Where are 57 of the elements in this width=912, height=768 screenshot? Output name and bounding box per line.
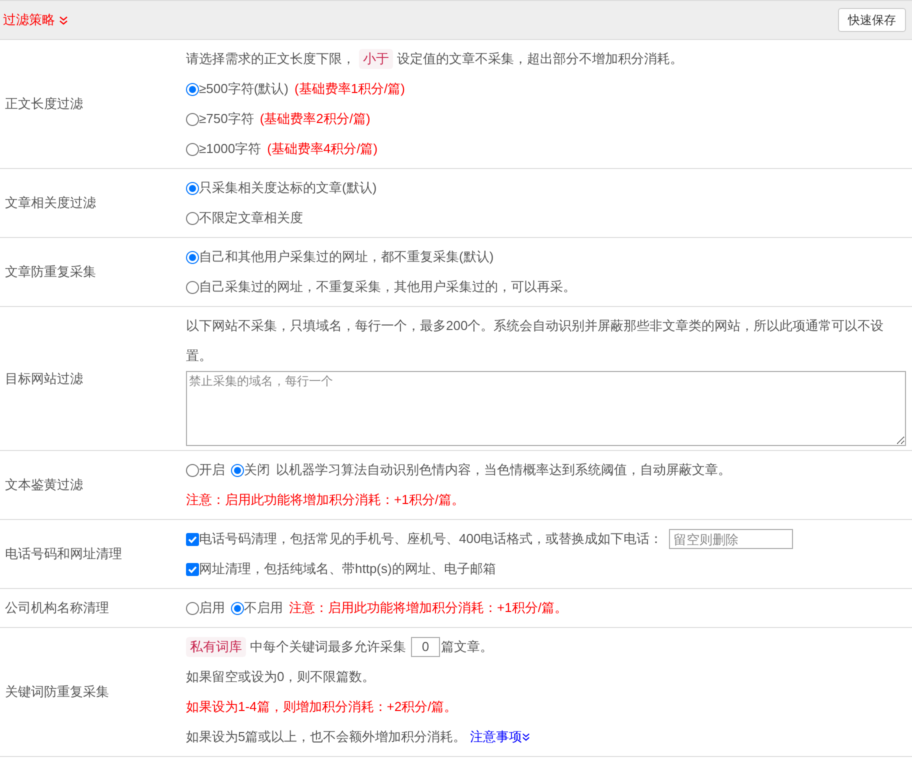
radio-label[interactable]: 只采集相关度达标的文章(默认) (199, 173, 377, 203)
description-text: 以机器学习算法自动识别色情内容，当色情概率达到系统阈值，自动屏蔽文章。 (276, 461, 731, 479)
keyword-tag: 小于 (359, 49, 393, 69)
checkbox[interactable] (186, 532, 199, 546)
warning-text: 注意：启用此功能将增加积分消耗：+1积分/篇。 (186, 491, 464, 509)
description-text: 如果留空或设为0，则不限篇数。 (186, 668, 376, 686)
radio-label[interactable]: 开启 (199, 455, 225, 485)
field-label: 正文长度过滤 (5, 95, 83, 114)
radio-label[interactable]: ≥1000字符 (199, 134, 262, 164)
radio-button[interactable] (186, 82, 199, 96)
field-label: 电话号码和网址清理 (5, 545, 122, 564)
radio-label[interactable]: 启用 (199, 593, 225, 623)
domain-textarea[interactable]: 禁止采集的域名，每行一个 (186, 371, 906, 446)
field-label: 关键词防重复采集 (5, 683, 109, 702)
radio-label[interactable]: 自己采集过的网址，不重复采集，其他用户采集过的，可以再采。 (199, 272, 576, 302)
count-input-field[interactable]: 0 (411, 637, 440, 657)
field-label: 文章防重复采集 (5, 263, 96, 282)
phone-input-field[interactable]: 留空则删除 (668, 529, 793, 549)
radio-button[interactable] (186, 182, 199, 194)
field-label: 目标网站过滤 (5, 370, 83, 388)
warning-text: (基础费率4积分/篇) (267, 140, 378, 158)
radio-button[interactable] (186, 112, 199, 126)
radio-button[interactable] (186, 212, 199, 224)
checkbox[interactable] (186, 562, 199, 576)
checkbox-label[interactable]: 网址清理，包括纯域名、带http(s)的网址、电子邮箱 (199, 554, 496, 584)
radio-label[interactable]: 不启用 (244, 593, 283, 623)
checkbox-label[interactable]: 电话号码清理，包括常见的手机号、座机号、400电话格式，或替换成如下电话： (199, 524, 663, 554)
field-label: 文本鉴黄过滤 (5, 476, 83, 494)
radio-button[interactable] (186, 250, 199, 264)
description-text: 篇文章。 (441, 638, 493, 656)
notes-link[interactable]: 注意事项 (470, 722, 530, 752)
field-label: 文章相关度过滤 (5, 194, 96, 212)
radio-label[interactable]: ≥750字符 (199, 104, 254, 134)
description-text: 以下网站不采集，只填域名，每行一个，最多200个。系统会自动识别并屏蔽那些非文章类的网站，所以此项通常可以不设置。 (186, 317, 885, 365)
field-label: 公司机构名称清理 (5, 599, 109, 618)
radio-button[interactable] (231, 602, 244, 614)
radio-button[interactable] (186, 280, 199, 294)
double-chevron-icon[interactable] (59, 16, 68, 24)
warning-text: 如果设为1-4篇，则增加积分消耗：+2积分/篇。 (186, 698, 458, 716)
radio-button[interactable] (186, 142, 199, 156)
double-chevron-icon (522, 733, 530, 741)
radio-label[interactable]: 关闭 (244, 455, 270, 485)
radio-button[interactable] (186, 464, 199, 476)
radio-button[interactable] (186, 602, 199, 614)
description-text: 中每个关键词最多允许采集 (250, 638, 406, 656)
warning-text: 注意：启用此功能将增加积分消耗：+1积分/篇。 (289, 599, 568, 617)
warning-text: (基础费率2积分/篇) (260, 110, 370, 128)
radio-label[interactable]: ≥500字符(默认) (199, 74, 288, 104)
radio-label[interactable]: 自己和其他用户采集过的网址，都不重复采集(默认) (199, 242, 494, 272)
description-text: 设定值的文章不采集，超出部分不增加积分消耗。 (397, 50, 683, 68)
description-text: 如果设为5篇或以上，也不会额外增加积分消耗。 (186, 728, 466, 746)
radio-button[interactable] (231, 464, 244, 476)
warning-text: (基础费率1积分/篇) (294, 80, 405, 98)
description-text: 请选择需求的正文长度下限， (186, 50, 355, 68)
quick-save-button[interactable]: 快速保存 (838, 8, 906, 32)
radio-label[interactable]: 不限定文章相关度 (199, 203, 303, 233)
keyword-tag: 私有词库 (186, 637, 246, 657)
